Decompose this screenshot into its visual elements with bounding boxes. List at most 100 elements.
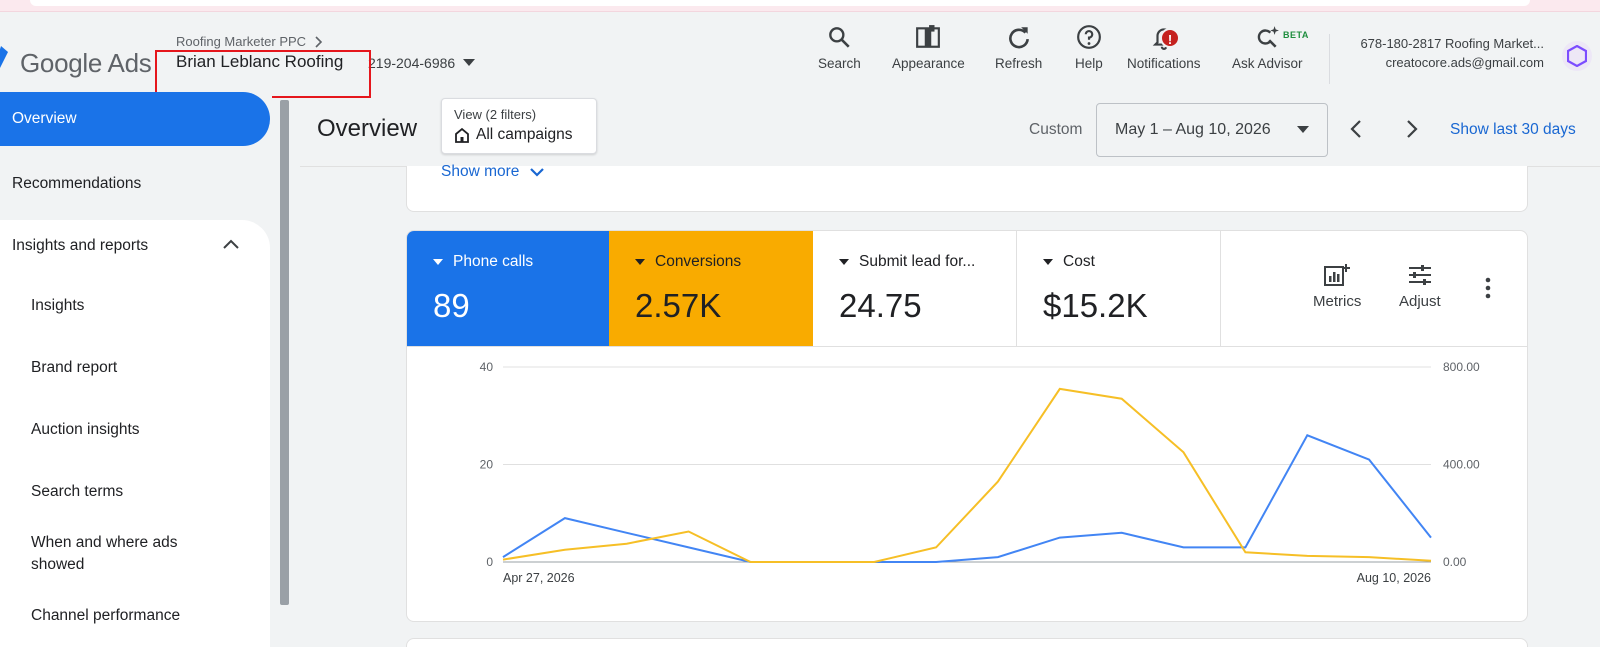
metric-value: 24.75 bbox=[839, 287, 922, 324]
adjust-button-label: Adjust bbox=[1399, 293, 1441, 310]
breadcrumb-manager[interactable]: Roofing Marketer PPC bbox=[176, 34, 306, 49]
chevron-right-icon bbox=[315, 35, 323, 48]
appearance-button[interactable]: Appearance bbox=[892, 24, 965, 84]
x-axis-start-label: Apr 27, 2026 bbox=[503, 571, 575, 585]
caret-down-icon bbox=[463, 59, 476, 66]
previous-card-bottom bbox=[406, 166, 1528, 212]
show-more-link[interactable]: Show more bbox=[441, 163, 545, 181]
caret-down-icon bbox=[635, 259, 645, 265]
refresh-label: Refresh bbox=[995, 56, 1043, 71]
right-axis-tick-label: 400.00 bbox=[1443, 458, 1480, 472]
more-options-icon[interactable] bbox=[1485, 277, 1491, 299]
next-card-top bbox=[406, 638, 1528, 647]
date-custom-label: Custom bbox=[1029, 121, 1083, 138]
insights-group-label: Insights and reports bbox=[12, 237, 149, 254]
page-title: Overview bbox=[317, 115, 418, 142]
sidebar-item-channel-performance[interactable]: Channel performance bbox=[31, 605, 180, 627]
metric-tile-conversions[interactable]: Conversions 2.57K bbox=[609, 231, 813, 346]
help-button[interactable]: Help bbox=[1075, 24, 1103, 84]
sidebar-item-insights[interactable]: Insights bbox=[31, 295, 84, 317]
notifications-label: Notifications bbox=[1127, 56, 1201, 71]
date-range-select[interactable]: May 1 – Aug 10, 2026 bbox=[1096, 103, 1328, 157]
chevron-up-icon bbox=[223, 239, 239, 249]
logo-ads-text: Ads bbox=[107, 48, 152, 78]
ask-advisor-label: Ask Advisor bbox=[1232, 56, 1303, 71]
x-axis-end-label: Aug 10, 2026 bbox=[1357, 571, 1431, 585]
notification-alert-badge: ! bbox=[1160, 28, 1180, 48]
left-axis-tick-label: 20 bbox=[480, 458, 494, 472]
search-button[interactable]: Search bbox=[818, 24, 861, 84]
search-icon bbox=[829, 27, 851, 48]
performance-line-chart: 0 0.00 20 400.00 40 800.00 Apr 27, 2026 Aug 10,… bbox=[480, 360, 1480, 585]
help-icon bbox=[1076, 25, 1101, 49]
sidebar-scrollbar[interactable] bbox=[280, 100, 289, 605]
metric-value: 2.57K bbox=[635, 287, 722, 324]
view-scope: All campaigns bbox=[476, 126, 573, 143]
caret-down-icon bbox=[1297, 126, 1309, 133]
top-header: Google Ads Roofing Marketer PPC Brian Le… bbox=[0, 12, 1600, 98]
refresh-button[interactable]: Refresh bbox=[995, 24, 1042, 84]
account-switcher[interactable]: 219-204-6986 bbox=[368, 55, 476, 71]
metric-tile-cost[interactable]: Cost $15.2K bbox=[1017, 231, 1221, 346]
caret-down-icon bbox=[1043, 259, 1053, 265]
google-ads-logo[interactable]: Google Ads bbox=[20, 48, 152, 79]
metric-name: Cost bbox=[1063, 253, 1095, 270]
left-axis-tick-label: 0 bbox=[486, 555, 493, 569]
header-divider bbox=[1329, 34, 1330, 84]
account-name[interactable]: Brian Leblanc Roofing bbox=[176, 52, 343, 72]
appearance-icon bbox=[916, 25, 941, 48]
home-icon bbox=[455, 127, 469, 143]
breadcrumb[interactable]: Roofing Marketer PPC bbox=[176, 34, 324, 49]
tune-icon bbox=[1408, 265, 1431, 285]
sidebar-item-auction-insights[interactable]: Auction insights bbox=[31, 419, 140, 441]
sidebar-item-overview[interactable]: Overview bbox=[0, 92, 270, 146]
metrics-chart-icon bbox=[1324, 264, 1351, 286]
account-email[interactable]: creatocore.ads@gmail.com bbox=[1386, 55, 1544, 70]
sidebar-item-when-where-ads-showed[interactable]: When and where ads showed bbox=[31, 532, 221, 576]
metrics-button[interactable]: Metrics bbox=[1313, 263, 1361, 310]
date-next-icon[interactable] bbox=[1400, 118, 1422, 140]
appearance-label: Appearance bbox=[892, 56, 965, 71]
metric-value: $15.2K bbox=[1043, 287, 1148, 324]
metric-tile-submit-lead[interactable]: Submit lead for... 24.75 bbox=[813, 231, 1017, 346]
advisor-icon bbox=[1258, 26, 1280, 48]
adjust-button[interactable]: Adjust bbox=[1399, 263, 1441, 310]
date-prev-icon[interactable] bbox=[1346, 118, 1368, 140]
sidebar: Overview Recommendations Insights and re… bbox=[0, 92, 272, 647]
avatar[interactable] bbox=[1562, 41, 1592, 71]
metric-name: Conversions bbox=[655, 253, 742, 270]
right-axis-tick-label: 0.00 bbox=[1443, 555, 1467, 569]
hexagon-avatar-icon bbox=[1567, 45, 1587, 67]
performance-chart-card: Phone calls 89 Conversions 2.57K Submit … bbox=[406, 230, 1528, 622]
caret-down-icon bbox=[839, 259, 849, 265]
account-id: 219-204-6986 bbox=[368, 55, 456, 71]
metric-name: Phone calls bbox=[453, 253, 534, 270]
view-filters-label: View (2 filters) bbox=[454, 107, 537, 122]
date-range-value: May 1 – Aug 10, 2026 bbox=[1115, 121, 1271, 138]
help-label: Help bbox=[1075, 56, 1103, 71]
search-label: Search bbox=[818, 56, 861, 71]
sidebar-item-brand-report[interactable]: Brand report bbox=[31, 357, 117, 379]
logo-google-text: Google bbox=[20, 48, 103, 78]
top-banner-inner bbox=[30, 0, 1530, 6]
sidebar-item-search-terms[interactable]: Search terms bbox=[31, 481, 123, 503]
top-banner-strip bbox=[0, 0, 1600, 12]
view-filter-chip[interactable]: View (2 filters) All campaigns bbox=[441, 98, 597, 154]
metric-name: Submit lead for... bbox=[859, 253, 976, 270]
sidebar-item-insights-and-reports[interactable]: Insights and reports bbox=[0, 232, 270, 260]
google-ads-logo-icon bbox=[0, 46, 8, 68]
left-axis-tick-label: 40 bbox=[480, 360, 494, 374]
account-info-line1[interactable]: 678-180-2817 Roofing Market... bbox=[1360, 36, 1544, 51]
caret-down-icon bbox=[433, 259, 443, 265]
show-last-30-days-link[interactable]: Show last 30 days bbox=[1450, 121, 1576, 139]
metric-tile-phone-calls[interactable]: Phone calls 89 bbox=[407, 231, 609, 346]
right-axis-tick-label: 800.00 bbox=[1443, 360, 1480, 374]
metric-value: 89 bbox=[433, 287, 470, 324]
refresh-icon bbox=[1008, 27, 1029, 49]
beta-badge: BETA bbox=[1283, 30, 1309, 40]
chevron-down-icon bbox=[530, 168, 545, 177]
show-more-label: Show more bbox=[441, 163, 520, 180]
sidebar-item-recommendations[interactable]: Recommendations bbox=[0, 170, 270, 198]
metrics-button-label: Metrics bbox=[1313, 293, 1362, 310]
series-line-phone-calls bbox=[502, 434, 1432, 563]
